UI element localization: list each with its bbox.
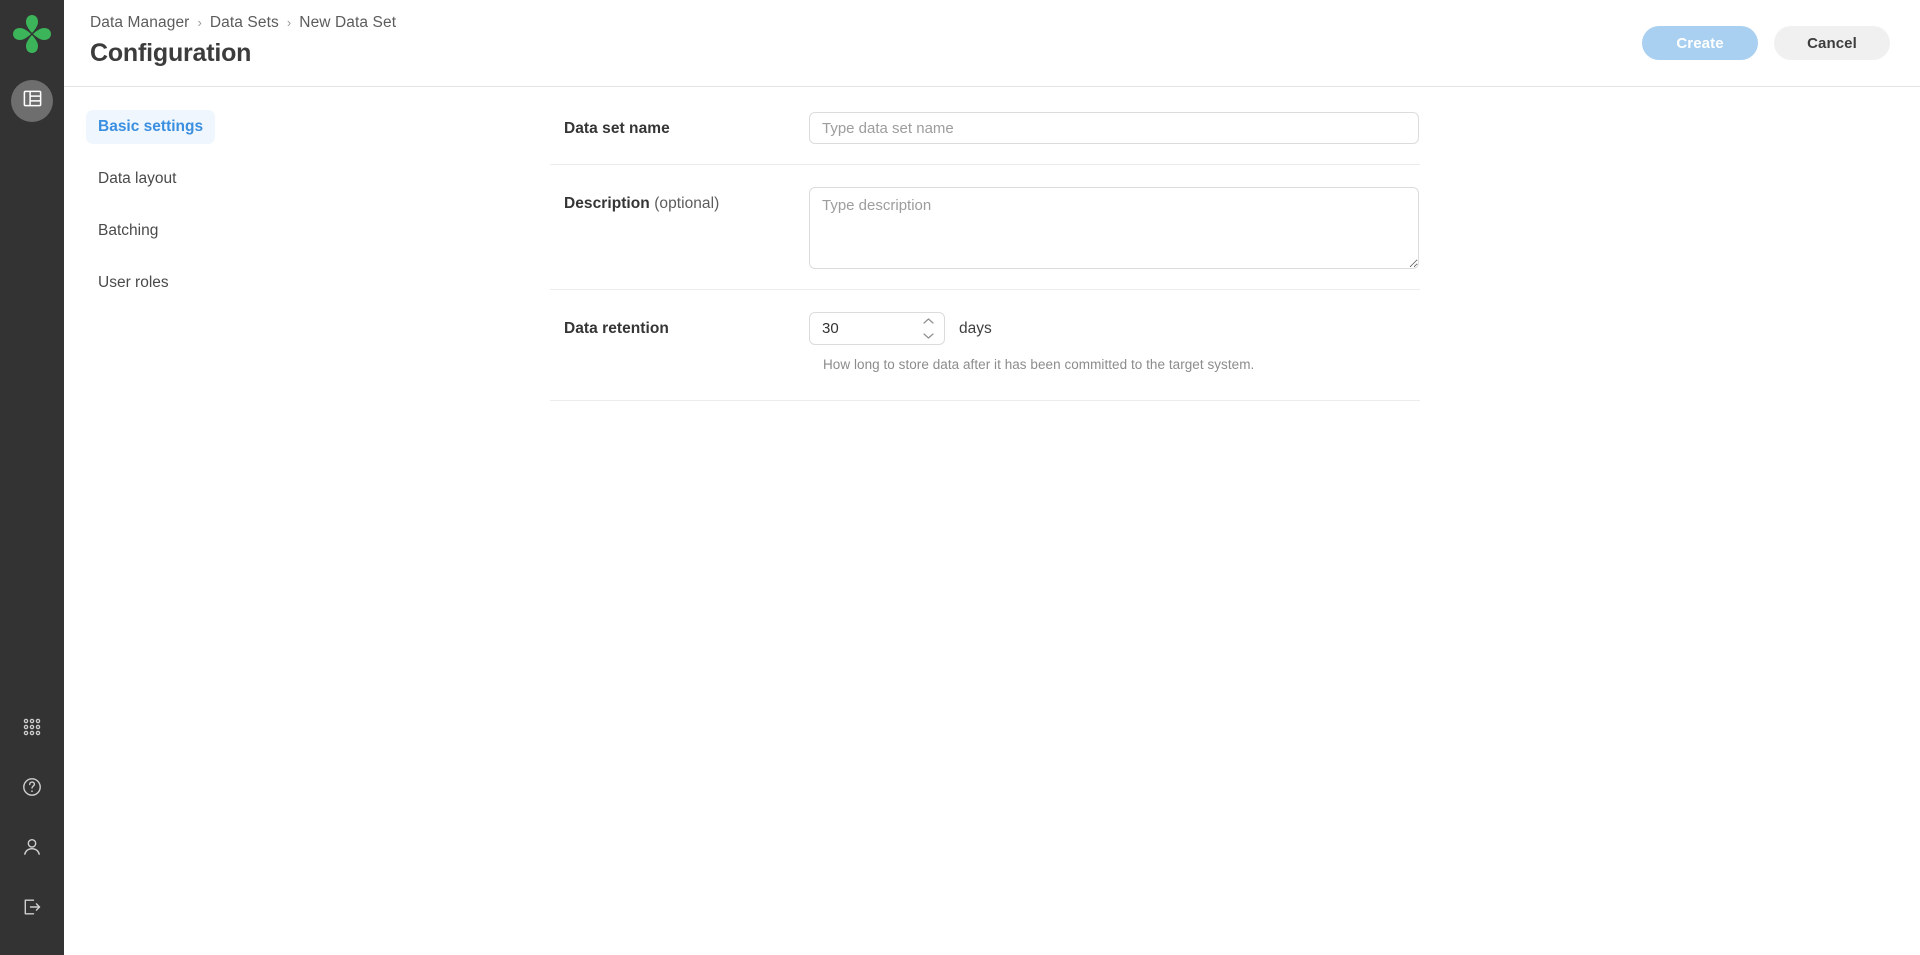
logout-button[interactable] <box>12 889 52 929</box>
breadcrumb-item-data-manager[interactable]: Data Manager <box>90 14 189 32</box>
header-actions: Create Cancel <box>1642 26 1890 60</box>
description-label: Description (optional) <box>564 187 809 213</box>
data-set-name-input[interactable] <box>809 112 1419 144</box>
apps-button[interactable] <box>12 709 52 749</box>
form-row-description: Description (optional) <box>550 164 1420 289</box>
account-button[interactable] <box>12 829 52 869</box>
clover-logo-icon <box>8 10 56 58</box>
form-row-data-retention: Data retention <box>550 289 1420 400</box>
form-bottom-divider <box>550 400 1420 401</box>
chevron-down-icon <box>922 332 935 340</box>
logout-icon <box>21 896 43 923</box>
data-set-name-label: Data set name <box>564 112 809 138</box>
cancel-button[interactable]: Cancel <box>1774 26 1890 60</box>
settings-nav: Basic settings Data layout Batching User… <box>64 110 550 401</box>
create-button[interactable]: Create <box>1642 26 1758 60</box>
left-rail <box>0 0 64 955</box>
description-optional-text: (optional) <box>654 195 719 212</box>
basic-settings-form: Data set name Description (optional) <box>550 110 1440 401</box>
data-retention-unit: days <box>959 320 992 338</box>
form-row-data-set-name: Data set name <box>550 110 1420 164</box>
page-header: Data Manager › Data Sets › New Data Set … <box>64 0 1920 87</box>
chevron-right-icon: › <box>197 16 201 29</box>
sidebar-item-batching[interactable]: Batching <box>86 214 192 248</box>
data-retention-helper-text: How long to store data after it has been… <box>823 357 1420 372</box>
data-retention-stepper[interactable] <box>921 317 935 340</box>
description-textarea[interactable] <box>809 187 1419 269</box>
app-root: Data Manager › Data Sets › New Data Set … <box>0 0 1920 955</box>
main-area: Data Manager › Data Sets › New Data Set … <box>64 0 1920 955</box>
breadcrumb-item-data-sets[interactable]: Data Sets <box>210 14 279 32</box>
data-retention-control: days <box>809 312 1420 345</box>
help-circle-icon <box>21 776 43 803</box>
chevron-up-icon <box>922 317 935 325</box>
sidebar-item-user-roles[interactable]: User roles <box>86 266 192 300</box>
sidebar-item-basic-settings[interactable]: Basic settings <box>86 110 215 144</box>
rail-secondary-nav <box>0 709 64 929</box>
breadcrumb-item-new-data-set[interactable]: New Data Set <box>299 14 396 32</box>
table-icon <box>22 88 43 114</box>
rail-primary-nav <box>11 80 53 122</box>
page-body: Basic settings Data layout Batching User… <box>64 87 1920 401</box>
sidebar-item-data-manager[interactable] <box>11 80 53 122</box>
apps-grid-icon <box>22 717 42 742</box>
data-retention-label: Data retention <box>564 312 809 338</box>
sidebar-item-data-layout[interactable]: Data layout <box>86 162 192 196</box>
user-icon <box>21 836 43 863</box>
help-button[interactable] <box>12 769 52 809</box>
description-label-text: Description <box>564 195 650 212</box>
chevron-right-icon: › <box>287 16 291 29</box>
